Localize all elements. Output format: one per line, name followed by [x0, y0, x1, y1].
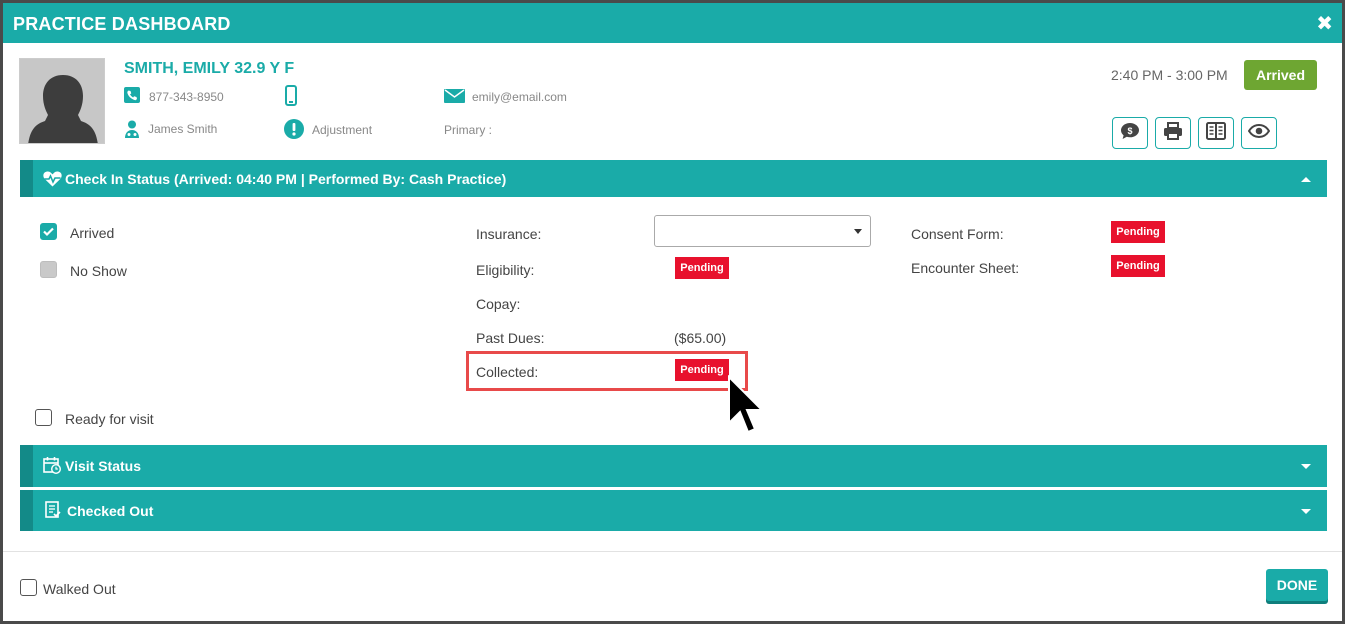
encounter-sheet-label: Encounter Sheet:	[911, 260, 1020, 276]
check-in-status-detail: (Arrived: 04:40 PM | Performed By: Cash …	[174, 171, 507, 187]
insurance-label: Insurance:	[476, 226, 542, 242]
expand-caret-icon[interactable]	[1301, 509, 1311, 514]
close-icon[interactable]: ✖	[1316, 14, 1333, 34]
collected-label: Collected:	[476, 364, 539, 380]
provider-icon	[124, 120, 140, 143]
dollar-chat-icon: $	[1120, 122, 1140, 145]
ledger-button[interactable]	[1198, 117, 1234, 149]
view-button[interactable]	[1241, 117, 1277, 149]
email-icon	[444, 89, 465, 108]
checked-out-header[interactable]: Checked Out	[20, 490, 1327, 531]
visit-status-header[interactable]: Visit Status	[20, 445, 1327, 487]
heart-pulse-icon	[43, 171, 62, 190]
alert-icon	[284, 119, 304, 144]
visit-status-label: Visit Status	[65, 458, 141, 474]
past-dues-label: Past Dues:	[476, 330, 545, 346]
mobile-phone-icon	[285, 85, 297, 111]
arrived-label: Arrived	[70, 225, 115, 241]
chevron-down-icon	[854, 229, 862, 234]
arrived-checkbox[interactable]	[40, 223, 57, 240]
past-dues-value: ($65.00)	[674, 330, 727, 346]
checked-out-label: Checked Out	[67, 503, 154, 519]
walked-out-checkbox[interactable]	[20, 579, 37, 596]
patient-phone: 877-343-8950	[149, 90, 224, 104]
patient-name: SMITH, EMILY 32.9 Y F	[124, 60, 295, 77]
svg-text:$: $	[1127, 126, 1132, 136]
printer-icon	[1163, 121, 1183, 145]
eligibility-label: Eligibility:	[476, 262, 535, 278]
mouse-cursor-icon	[727, 374, 765, 440]
check-in-status-label: Check In Status	[65, 171, 171, 187]
primary-label: Primary :	[444, 123, 492, 137]
footer-divider	[3, 551, 1342, 552]
adjustment-label: Adjustment	[312, 123, 373, 137]
title-bar: PRACTICE DASHBOARD ✖	[0, 0, 1345, 43]
collapse-caret-icon[interactable]	[1301, 177, 1311, 182]
no-show-checkbox[interactable]	[40, 261, 57, 278]
copay-label: Copay:	[476, 296, 521, 312]
insurance-select[interactable]	[654, 215, 871, 247]
consent-form-pending-badge[interactable]: Pending	[1111, 221, 1165, 243]
patient-avatar	[19, 58, 105, 144]
provider-name: James Smith	[148, 122, 218, 136]
appointment-status-badge: Arrived	[1244, 60, 1317, 90]
patient-email: emily@email.com	[472, 90, 567, 104]
ready-for-visit-label: Ready for visit	[65, 411, 154, 427]
check-in-status-header[interactable]: Check In Status (Arrived: 04:40 PM | Per…	[20, 160, 1327, 197]
done-button[interactable]: DONE	[1266, 569, 1328, 601]
collected-pending-badge[interactable]: Pending	[675, 359, 729, 381]
appointment-time: 2:40 PM - 3:00 PM	[1111, 67, 1228, 83]
ready-for-visit-checkbox[interactable]	[35, 409, 52, 426]
eligibility-pending-badge[interactable]: Pending	[675, 257, 729, 279]
ledger-book-icon	[1206, 121, 1226, 145]
print-button[interactable]	[1155, 117, 1191, 149]
expand-caret-icon[interactable]	[1301, 464, 1311, 469]
phone-icon	[124, 87, 140, 108]
no-show-label: No Show	[70, 263, 127, 279]
payment-chat-button[interactable]: $	[1112, 117, 1148, 149]
walked-out-label: Walked Out	[43, 581, 116, 597]
document-icon	[45, 501, 61, 522]
window-title: PRACTICE DASHBOARD	[13, 14, 231, 34]
consent-form-label: Consent Form:	[911, 226, 1004, 242]
calendar-clock-icon	[43, 456, 62, 477]
encounter-sheet-pending-badge[interactable]: Pending	[1111, 255, 1165, 277]
eye-icon	[1247, 123, 1271, 143]
